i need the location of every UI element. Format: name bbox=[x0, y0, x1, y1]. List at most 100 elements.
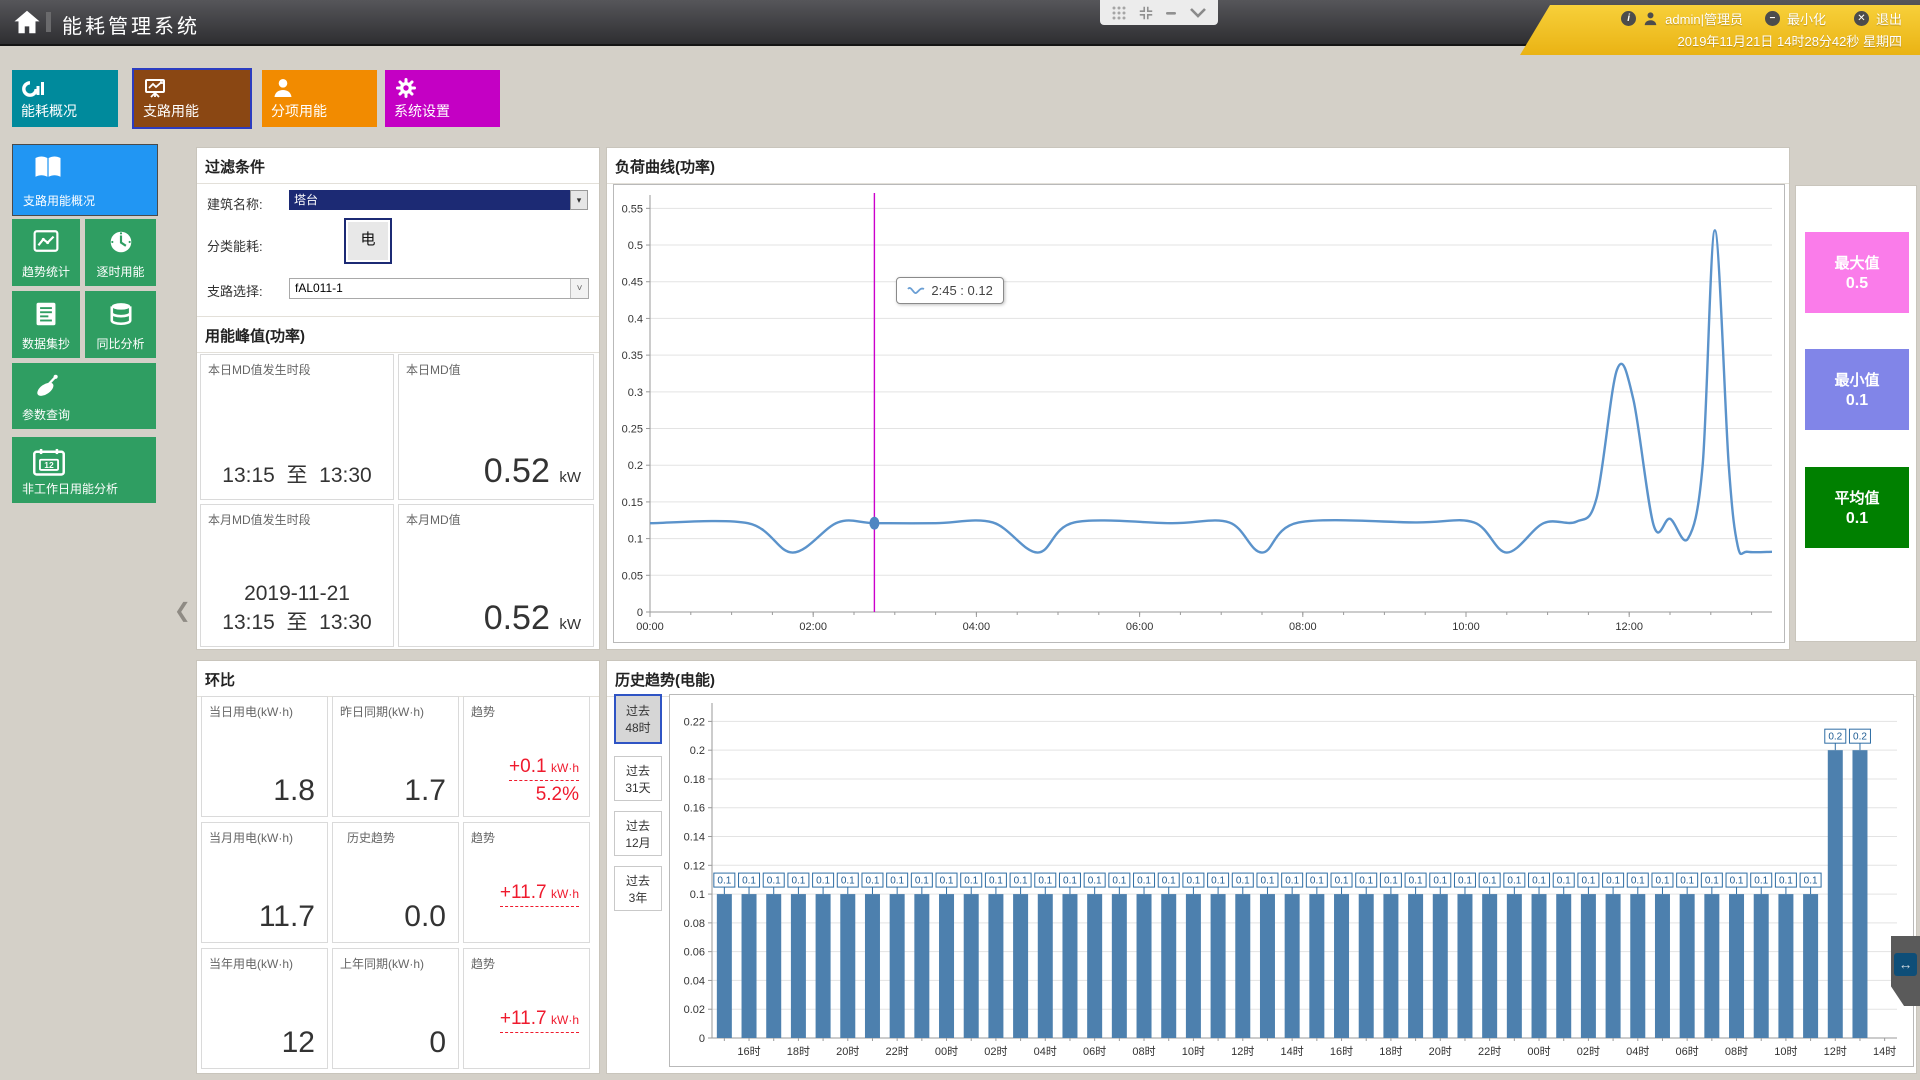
svg-text:0.1: 0.1 bbox=[1557, 876, 1571, 887]
electricity-button[interactable]: 电 bbox=[344, 218, 392, 264]
minimize-circle-icon[interactable]: − bbox=[1765, 11, 1780, 26]
history-bar-svg[interactable]: 00.020.040.060.080.10.120.140.160.180.20… bbox=[670, 695, 1911, 1064]
load-curve-chart[interactable]: 00.050.10.150.20.250.30.350.40.450.50.55… bbox=[613, 184, 1785, 643]
svg-text:0.1: 0.1 bbox=[1162, 876, 1176, 887]
history-bar-chart[interactable]: 00.020.040.060.080.10.120.140.160.180.20… bbox=[669, 694, 1914, 1067]
svg-text:0.4: 0.4 bbox=[628, 313, 643, 325]
svg-text:22时: 22时 bbox=[886, 1045, 909, 1058]
branch-dropdown-icon: ˅ bbox=[570, 279, 588, 298]
trend-unit: kW·h bbox=[551, 1013, 579, 1027]
load-curve-title: 负荷曲线(功率) bbox=[607, 148, 1789, 184]
svg-text:0.1: 0.1 bbox=[717, 876, 731, 887]
range-button-12m[interactable]: 过去 12月 bbox=[614, 811, 662, 856]
range-label: 31天 bbox=[615, 779, 661, 796]
stat-value: 0.1 bbox=[1805, 392, 1909, 410]
svg-text:0.02: 0.02 bbox=[684, 1004, 705, 1016]
svg-text:0.05: 0.05 bbox=[622, 570, 643, 582]
sidebar-item-data-collection[interactable]: 数据集抄 bbox=[12, 291, 80, 358]
sidebar-item-hourly-energy[interactable]: 逐时用能 bbox=[85, 219, 156, 286]
trend-value: +0.1 bbox=[509, 756, 547, 777]
collapse-sidebar-handle[interactable]: ❮ bbox=[174, 598, 191, 623]
svg-text:12时: 12时 bbox=[1231, 1045, 1254, 1058]
close-circle-icon[interactable]: ✕ bbox=[1854, 11, 1869, 26]
card-value-date: 2019-11-21 bbox=[201, 582, 393, 606]
card-label: 当月用电(kW·h) bbox=[202, 823, 327, 846]
user-label: admin|管理员 bbox=[1665, 9, 1743, 28]
huanbi-trend-card: 趋势 +11.7 kW·h bbox=[463, 822, 590, 943]
huanbi-card: 上年同期(kW·h) 0 bbox=[332, 948, 459, 1069]
svg-text:0.1: 0.1 bbox=[628, 534, 643, 546]
stat-value: 0.5 bbox=[1805, 275, 1909, 293]
sidebar-item-yoy-analysis[interactable]: 同比分析 bbox=[85, 291, 156, 358]
card-value: 0.52 bbox=[484, 599, 550, 637]
branch-select[interactable]: fAL011-1 ˅ bbox=[289, 278, 589, 299]
peak-card-month-period: 本月MD值发生时段 2019-11-21 13:15 至 13:30 bbox=[200, 504, 394, 647]
clock-icon bbox=[108, 229, 134, 255]
svg-text:0.04: 0.04 bbox=[684, 975, 705, 987]
svg-text:0.1: 0.1 bbox=[742, 876, 756, 887]
load-curve-svg[interactable]: 00.050.10.150.20.250.30.350.40.450.50.55… bbox=[614, 185, 1782, 640]
restore-icon[interactable] bbox=[1138, 5, 1154, 21]
svg-text:04时: 04时 bbox=[1034, 1045, 1057, 1058]
huanbi-card: 当日用电(kW·h) 1.8 bbox=[201, 696, 328, 817]
svg-text:0.1: 0.1 bbox=[1088, 876, 1102, 887]
sidebar-item-nonworkday-analysis[interactable]: 12 非工作日用能分析 bbox=[12, 437, 156, 503]
topbar: 能耗管理系统 i admin|管理员 − 最小化 ✕ 退出 2019 bbox=[0, 0, 1920, 46]
grid-icon[interactable] bbox=[1111, 5, 1127, 21]
horizontal-resize-icon: ↔ bbox=[1894, 953, 1917, 976]
sidebar-item-branch-overview[interactable]: 支路用能概况 bbox=[12, 144, 158, 216]
svg-text:12:00: 12:00 bbox=[1615, 621, 1643, 633]
home-icon[interactable] bbox=[12, 7, 42, 37]
building-select[interactable]: 塔台 bbox=[289, 190, 570, 210]
trend-value: +11.7 bbox=[500, 882, 547, 903]
card-label: 本月MD值发生时段 bbox=[201, 505, 393, 528]
chevron-down-icon[interactable] bbox=[1189, 6, 1207, 20]
card-label: 趋势 bbox=[464, 697, 589, 720]
tooltip-text: 2:45 : 0.12 bbox=[931, 283, 992, 298]
logout-label[interactable]: 退出 bbox=[1876, 9, 1902, 28]
svg-text:12时: 12时 bbox=[1824, 1045, 1847, 1058]
svg-text:08时: 08时 bbox=[1132, 1045, 1155, 1058]
card-value: 1.8 bbox=[273, 774, 315, 808]
svg-text:06时: 06时 bbox=[1676, 1045, 1699, 1058]
range-button-31d[interactable]: 过去 31天 bbox=[614, 756, 662, 801]
range-button-48h[interactable]: 过去 48时 bbox=[614, 694, 662, 744]
svg-text:0.1: 0.1 bbox=[1631, 876, 1645, 887]
svg-text:0.1: 0.1 bbox=[816, 876, 830, 887]
svg-text:0.2: 0.2 bbox=[690, 745, 705, 757]
sidebar-item-parameter-query[interactable]: 参数查询 bbox=[12, 363, 156, 429]
max-value-tile: 最大值 0.5 bbox=[1805, 232, 1909, 313]
branch-label: 支路选择: bbox=[207, 281, 263, 300]
trend-percent bbox=[500, 907, 579, 936]
svg-text:0.1: 0.1 bbox=[1754, 876, 1768, 887]
tab-subitem-energy[interactable]: 分项用能 bbox=[262, 70, 377, 127]
svg-text:0.1: 0.1 bbox=[1359, 876, 1373, 887]
svg-text:0.1: 0.1 bbox=[1335, 876, 1349, 887]
svg-text:0.5: 0.5 bbox=[628, 240, 643, 252]
user-panel: i admin|管理员 − 最小化 ✕ 退出 2019年11月21日 14时28… bbox=[1520, 5, 1920, 55]
sidebar-item-label: 非工作日用能分析 bbox=[22, 480, 156, 497]
svg-text:18时: 18时 bbox=[1379, 1045, 1402, 1058]
svg-text:10:00: 10:00 bbox=[1452, 621, 1480, 633]
range-button-3y[interactable]: 过去 3年 bbox=[614, 866, 662, 911]
sidebar-item-trend-stats[interactable]: 趋势统计 bbox=[12, 219, 80, 286]
tab-system-settings[interactable]: 系统设置 bbox=[385, 70, 500, 127]
card-label: 趋势 bbox=[464, 823, 589, 846]
history-title: 历史趋势(电能) bbox=[607, 661, 1916, 697]
card-label: 本月MD值 bbox=[399, 505, 593, 528]
minimize-icon[interactable] bbox=[1164, 6, 1178, 20]
presentation-chart-icon bbox=[143, 76, 167, 100]
info-icon[interactable]: i bbox=[1621, 11, 1636, 26]
minimize-label[interactable]: 最小化 bbox=[1787, 9, 1826, 28]
history-trend-panel: 历史趋势(电能) 过去 48时 过去 31天 过去 12月 过去 3年 00.0… bbox=[606, 660, 1917, 1074]
tab-energy-overview[interactable]: 能耗概况 bbox=[12, 70, 118, 127]
tab-branch-energy[interactable]: 支路用能 bbox=[134, 70, 250, 127]
building-dropdown-icon[interactable]: ▾ bbox=[570, 190, 588, 210]
range-label: 过去 bbox=[615, 872, 661, 889]
svg-text:0.1: 0.1 bbox=[1236, 876, 1250, 887]
stat-label: 平均值 bbox=[1805, 487, 1909, 508]
svg-text:0.1: 0.1 bbox=[1409, 876, 1423, 887]
card-value: 13:15 至 13:30 bbox=[201, 459, 393, 489]
stat-value: 0.1 bbox=[1805, 510, 1909, 528]
huanbi-trend-card: 趋势 +0.1 kW·h5.2% bbox=[463, 696, 590, 817]
